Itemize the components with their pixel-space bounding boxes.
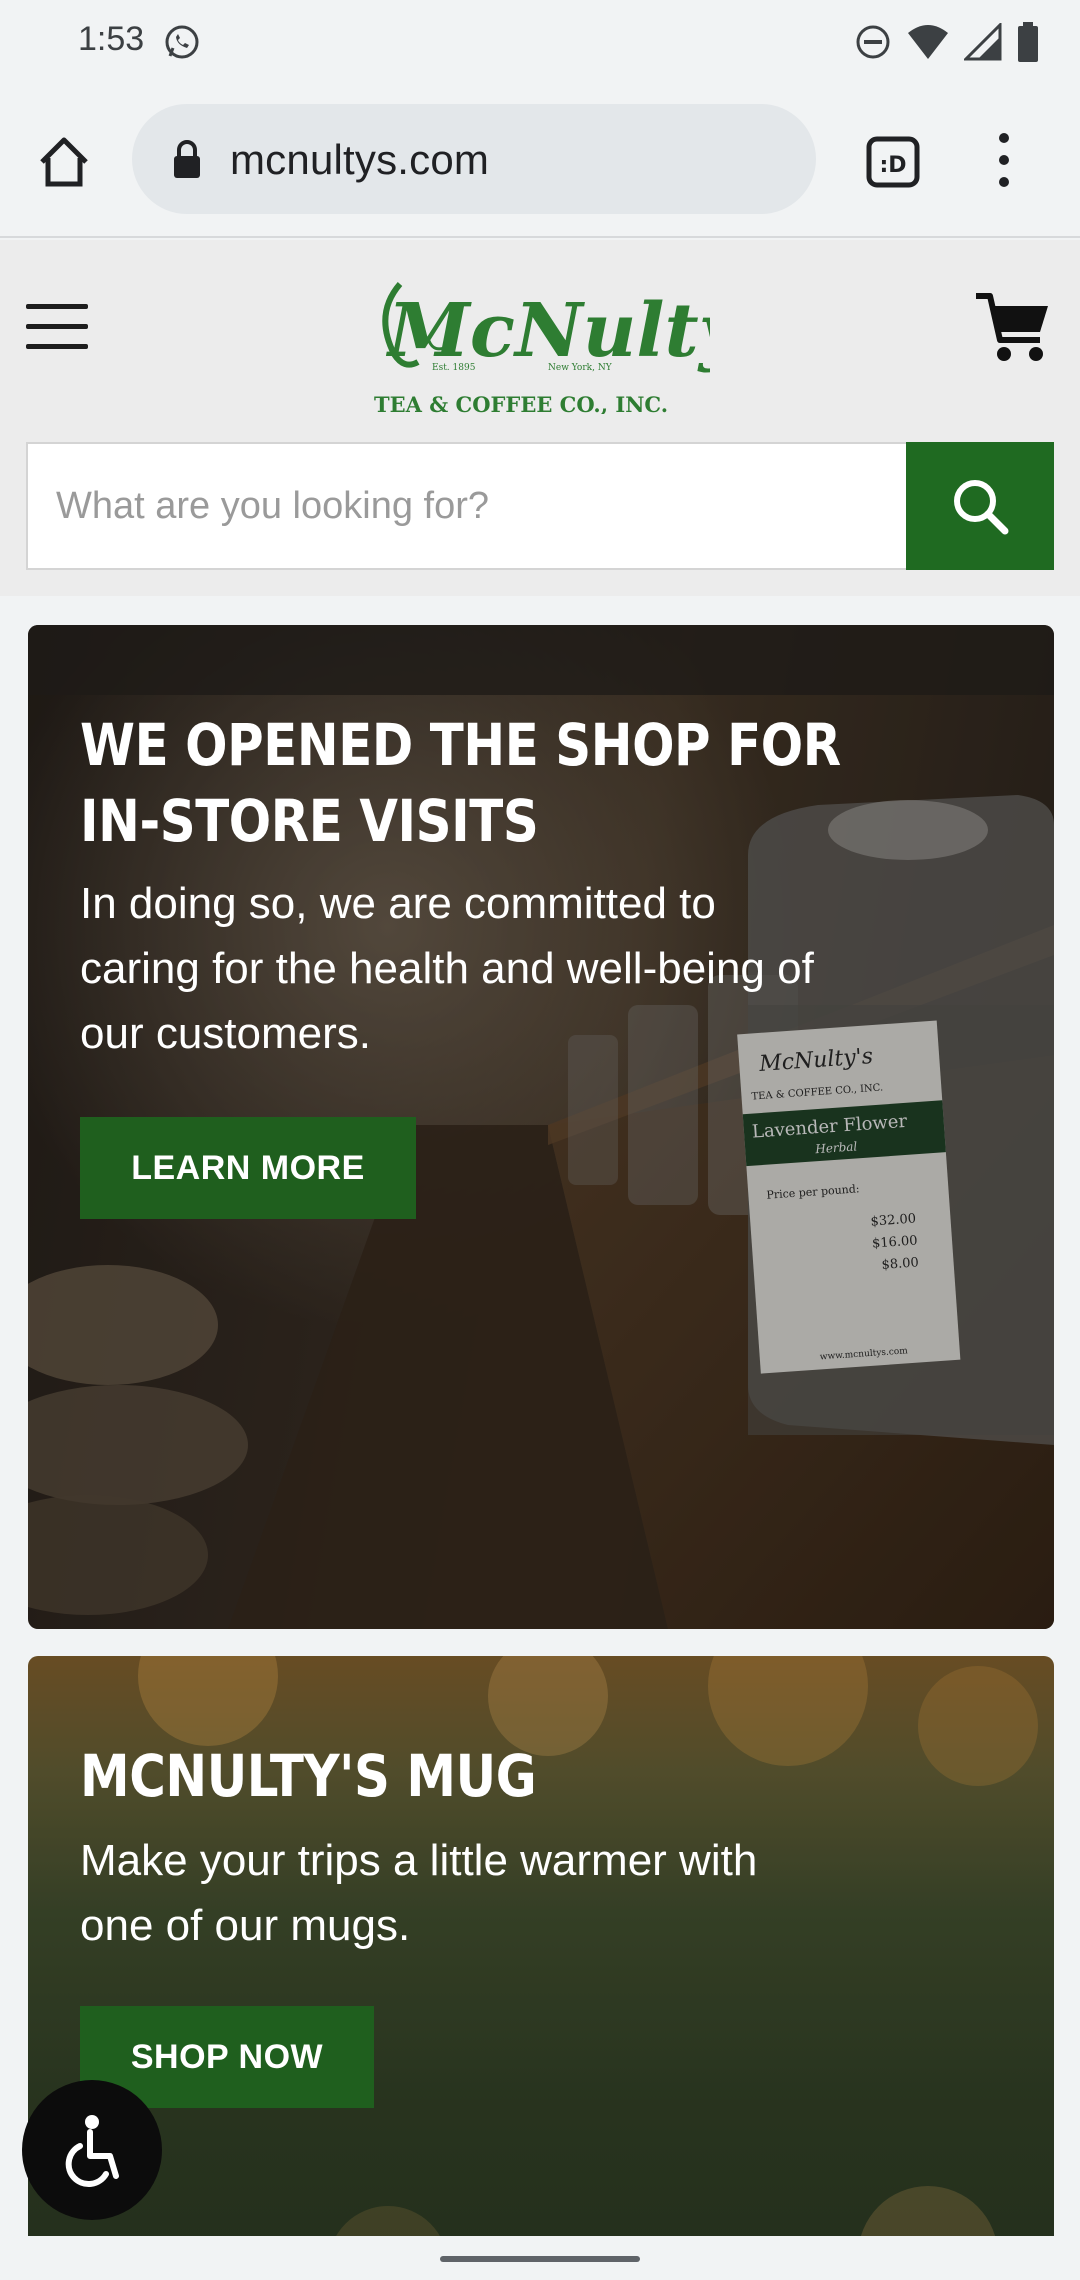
- banner-title: MCNULTY'S MUG: [80, 1742, 537, 1810]
- accessibility-button[interactable]: [22, 2080, 162, 2220]
- home-icon[interactable]: [36, 134, 92, 190]
- gesture-nav-bar: [0, 2236, 1080, 2280]
- battery-icon: [1018, 22, 1038, 62]
- search-input[interactable]: [28, 444, 906, 568]
- status-bar: 1:53: [0, 0, 1080, 84]
- banner-title-line: IN-STORE VISITS: [80, 787, 539, 855]
- hero-banner-in-store[interactable]: McNulty's TEA & COFFEE CO., INC. Lavende…: [28, 625, 1054, 1629]
- address-bar[interactable]: mcnultys.com: [132, 104, 816, 214]
- logo-est: Est. 1895: [432, 363, 476, 373]
- browser-toolbar: mcnultys.com :D: [0, 84, 1080, 238]
- hamburger-menu-icon[interactable]: [26, 304, 88, 350]
- url-text: mcnultys.com: [230, 136, 490, 183]
- whatsapp-icon: [165, 25, 199, 59]
- do-not-disturb-icon: [856, 25, 890, 59]
- banner-title: WE OPENED THE SHOP FOR IN-STORE VISITS: [80, 707, 854, 859]
- wheelchair-icon: [65, 2115, 119, 2188]
- tab-switcher-icon[interactable]: :D: [866, 136, 920, 188]
- cell-signal-icon: [964, 23, 1002, 61]
- logo-mark: McNulty's Est. 1895 New York, NY TEA & C…: [374, 282, 806, 417]
- hero-banner-mug[interactable]: MCNULTY'S MUG Make your trips a little w…: [28, 1656, 1054, 2280]
- status-icons: [854, 22, 1040, 62]
- lock-icon: [174, 140, 200, 178]
- site-logo[interactable]: McNulty's Est. 1895 New York, NY TEA & C…: [370, 264, 806, 417]
- banner-text: Make your trips a little warmer with one…: [80, 1836, 758, 1950]
- search-field-wrap: [26, 442, 906, 570]
- banner-title-line: WE OPENED THE SHOP FOR: [80, 711, 841, 779]
- search-bar: [26, 442, 1054, 570]
- overflow-menu-icon[interactable]: [984, 130, 1024, 190]
- logo-tagline: TEA & COFFEE CO., INC.: [374, 392, 668, 414]
- gesture-handle[interactable]: [440, 2256, 640, 2262]
- wifi-icon: [908, 25, 948, 59]
- logo-city: New York, NY: [548, 363, 613, 373]
- banner-text: In doing so, we are committed to caring …: [80, 879, 814, 1058]
- svg-text::D: :D: [879, 153, 906, 178]
- status-time: 1:53: [78, 20, 145, 58]
- site-header: McNulty's Est. 1895 New York, NY TEA & C…: [0, 240, 1080, 596]
- cart-icon[interactable]: [974, 288, 1052, 366]
- learn-more-button[interactable]: LEARN MORE: [80, 1117, 416, 1219]
- search-icon: [954, 480, 1009, 535]
- logo-name: McNulty's: [385, 288, 710, 374]
- search-button[interactable]: [906, 442, 1054, 570]
